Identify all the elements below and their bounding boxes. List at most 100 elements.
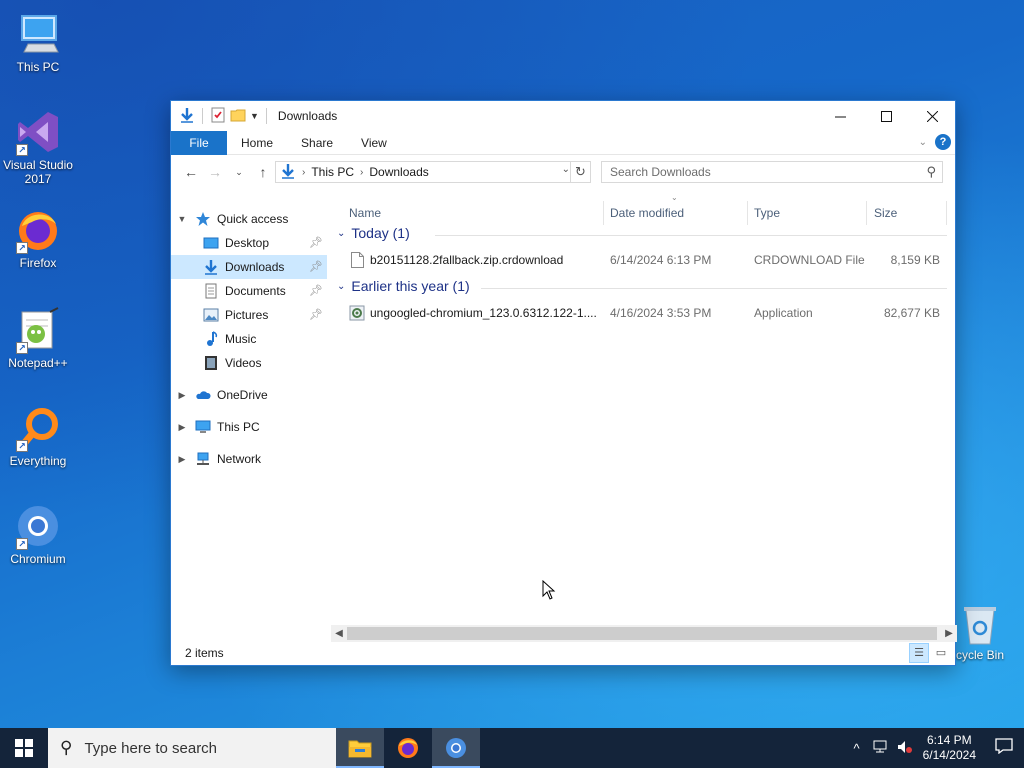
file-row[interactable]: b20151128.2fallback.zip.crdownload 6/14/… (331, 249, 947, 271)
search-input[interactable]: Search Downloads ⚲ (601, 161, 943, 183)
file-row[interactable]: ungoogled-chromium_123.0.6312.122-1.... … (331, 302, 947, 324)
volume-muted-icon[interactable] (893, 740, 917, 757)
desktop-icon-chromium[interactable]: ↗ Chromium (0, 502, 76, 566)
downloads-folder-icon (203, 259, 219, 275)
expand-chevron-icon[interactable]: ▼ (175, 207, 189, 231)
desktop-icon-label: Firefox (19, 256, 57, 270)
breadcrumb-chevron-icon[interactable]: › (360, 167, 363, 178)
taskbar-file-explorer[interactable] (336, 728, 384, 768)
cloud-icon (195, 387, 211, 403)
column-header-size[interactable]: Size (874, 201, 897, 225)
column-divider[interactable] (946, 201, 947, 225)
start-button[interactable] (0, 728, 48, 768)
tab-view[interactable]: View (347, 131, 401, 155)
taskbar-search-box[interactable]: ⚲ Type here to search (48, 728, 336, 768)
nav-onedrive[interactable]: ▶ OneDrive (175, 383, 325, 407)
tab-home[interactable]: Home (227, 131, 287, 155)
nav-item-desktop[interactable]: Desktop 📌︎ (171, 231, 327, 255)
taskbar-firefox[interactable] (384, 728, 432, 768)
column-header-type[interactable]: Type (754, 201, 780, 225)
network-status-icon[interactable] (869, 740, 893, 757)
scroll-right-icon[interactable]: ▶ (941, 625, 957, 642)
everything-search-icon: ↗ (14, 404, 62, 452)
scrollbar-thumb[interactable] (347, 627, 937, 640)
desktop-icon-notepadpp[interactable]: ↗ Notepad++ (0, 306, 76, 370)
nav-this-pc[interactable]: ▶ This PC (175, 415, 325, 439)
desktop-icon-everything[interactable]: ↗ Everything (0, 404, 76, 468)
collapse-chevron-icon[interactable]: ⌄ (337, 281, 345, 292)
file-list: Name Date modified ⌄ Type Size ⌄ Today (… (331, 189, 957, 629)
expand-ribbon-icon[interactable]: ⌄ (919, 137, 927, 148)
videos-folder-icon (203, 355, 219, 371)
tab-share[interactable]: Share (287, 131, 347, 155)
recent-locations-icon[interactable]: ⌄ (227, 167, 251, 178)
group-divider (481, 288, 947, 289)
collapse-chevron-icon[interactable]: ⌄ (337, 228, 345, 239)
forward-button[interactable]: → (203, 164, 227, 180)
clock-date: 6/14/2024 (922, 748, 976, 762)
expand-chevron-icon[interactable]: ▶ (175, 447, 189, 471)
quick-access-toolbar: ▼ (171, 107, 270, 126)
nav-label: Videos (225, 356, 262, 370)
back-button[interactable]: ← (179, 164, 203, 180)
horizontal-scrollbar[interactable]: ◀ ▶ (331, 625, 957, 642)
nav-quick-access[interactable]: ▼ Quick access (175, 207, 325, 231)
breadcrumb-this-pc[interactable]: This PC (311, 165, 354, 179)
refresh-button[interactable]: ↻ (570, 162, 590, 182)
computer-icon (14, 10, 62, 58)
maximize-button[interactable] (863, 101, 909, 131)
nav-label: Desktop (225, 236, 270, 250)
file-name: b20151128.2fallback.zip.crdownload (370, 253, 564, 267)
details-view-icon[interactable]: ☰ (909, 643, 929, 663)
pin-icon[interactable]: 📌︎ (309, 255, 323, 279)
address-bar[interactable]: › This PC › Downloads ⌄ ↻ (275, 161, 591, 183)
nav-item-music[interactable]: Music (171, 327, 327, 351)
column-header-name[interactable]: Name (349, 201, 381, 225)
column-header-date-modified[interactable]: Date modified (610, 201, 684, 225)
nav-item-downloads[interactable]: Downloads 📌︎ (171, 255, 327, 279)
pin-icon[interactable]: 📌︎ (309, 231, 323, 255)
group-header-earlier[interactable]: ⌄ Earlier this year (1) (337, 278, 470, 294)
desktop-icon-label: Notepad++ (8, 356, 68, 370)
notification-center-icon[interactable] (984, 737, 1024, 759)
column-divider[interactable] (747, 201, 748, 225)
address-dropdown-icon[interactable]: ⌄ (562, 164, 570, 175)
breadcrumb-downloads[interactable]: Downloads (369, 165, 428, 179)
group-divider (435, 235, 947, 236)
pin-icon[interactable]: 📌︎ (309, 303, 323, 327)
search-placeholder: Search Downloads (610, 165, 711, 179)
column-divider[interactable] (866, 201, 867, 225)
clock[interactable]: 6:14 PM 6/14/2024 (923, 733, 976, 763)
close-button[interactable] (909, 101, 955, 131)
taskbar: ⚲ Type here to search ^ 6:14 PM 6/14/202… (0, 728, 1024, 768)
column-divider[interactable] (603, 201, 604, 225)
new-folder-icon[interactable] (230, 107, 246, 126)
desktop-icon-visual-studio[interactable]: ↗ Visual Studio 2017 (0, 108, 76, 186)
nav-item-videos[interactable]: Videos (171, 351, 327, 375)
desktop-icon-firefox[interactable]: ↗ Firefox (0, 206, 76, 270)
help-icon[interactable]: ? (935, 134, 951, 150)
visual-studio-icon: ↗ (14, 108, 62, 156)
ribbon-right-controls: ⌄ ? (919, 134, 951, 150)
scroll-left-icon[interactable]: ◀ (331, 625, 347, 642)
taskbar-chromium[interactable] (432, 728, 480, 768)
tab-file[interactable]: File (171, 130, 227, 155)
large-icons-view-icon[interactable]: ▭ (931, 643, 951, 663)
desktop-icon-this-pc[interactable]: This PC (0, 10, 76, 74)
properties-icon[interactable] (210, 107, 226, 126)
nav-network[interactable]: ▶ Network (175, 447, 325, 471)
expand-chevron-icon[interactable]: ▶ (175, 415, 189, 439)
title-bar[interactable]: ▼ Downloads (171, 101, 955, 131)
customize-qat-icon[interactable]: ▼ (250, 111, 259, 121)
file-size: 82,677 KB (883, 306, 940, 320)
expand-chevron-icon[interactable]: ▶ (175, 383, 189, 407)
minimize-button[interactable] (817, 101, 863, 131)
nav-item-documents[interactable]: Documents 📌︎ (171, 279, 327, 303)
pin-icon[interactable]: 📌︎ (309, 279, 323, 303)
show-hidden-icons-chevron-icon[interactable]: ^ (845, 741, 869, 756)
nav-item-pictures[interactable]: Pictures 📌︎ (171, 303, 327, 327)
shortcut-arrow-icon: ↗ (16, 342, 28, 354)
group-header-today[interactable]: ⌄ Today (1) (337, 225, 410, 241)
up-button[interactable]: ↑ (251, 164, 275, 180)
breadcrumb-chevron-icon[interactable]: › (302, 167, 305, 178)
